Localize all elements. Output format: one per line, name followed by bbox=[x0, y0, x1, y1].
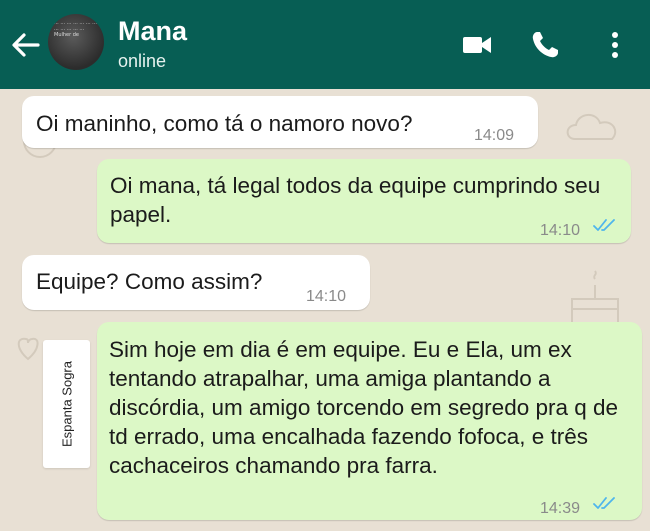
sticker-text: Espanta Sogra bbox=[59, 360, 74, 448]
sticker-label: Espanta Sogra bbox=[43, 340, 90, 468]
avatar-text: ... ... ... ... ... ... ... ... ... ... … bbox=[54, 20, 97, 38]
chat-header: ... ... ... ... ... ... ... ... ... ... … bbox=[0, 0, 650, 89]
message-time: 14:10 bbox=[540, 222, 581, 239]
message-bubble-incoming[interactable]: Oi maninho, como tá o namoro novo? 14:09 bbox=[22, 96, 538, 148]
message-time: 14:09 bbox=[474, 127, 515, 144]
phone-icon[interactable] bbox=[528, 28, 562, 62]
message-text: Sim hoje em dia é em equipe. Eu e Ela, u… bbox=[109, 337, 619, 478]
read-receipt-icon bbox=[593, 219, 615, 231]
avatar[interactable]: ... ... ... ... ... ... ... ... ... ... … bbox=[48, 14, 104, 70]
video-call-icon[interactable] bbox=[460, 28, 494, 62]
contact-status: online bbox=[118, 51, 167, 71]
read-receipt-icon bbox=[593, 497, 615, 509]
back-arrow-icon[interactable] bbox=[8, 28, 42, 62]
message-text: Oi maninho, como tá o namoro novo? bbox=[36, 111, 413, 136]
contact-name[interactable]: Mana bbox=[118, 16, 187, 47]
message-time: 14:10 bbox=[306, 288, 347, 305]
more-vert-icon[interactable] bbox=[598, 28, 632, 62]
doodle-heart-icon bbox=[17, 337, 39, 361]
message-bubble-outgoing[interactable]: Sim hoje em dia é em equipe. Eu e Ela, u… bbox=[97, 322, 642, 520]
message-bubble-incoming[interactable]: Equipe? Como assim? 14:10 bbox=[22, 255, 370, 310]
doodle-cloud-icon bbox=[566, 114, 617, 140]
message-time: 14:39 bbox=[540, 500, 581, 517]
message-bubble-outgoing[interactable]: Oi mana, tá legal todos da equipe cumpri… bbox=[97, 159, 631, 243]
